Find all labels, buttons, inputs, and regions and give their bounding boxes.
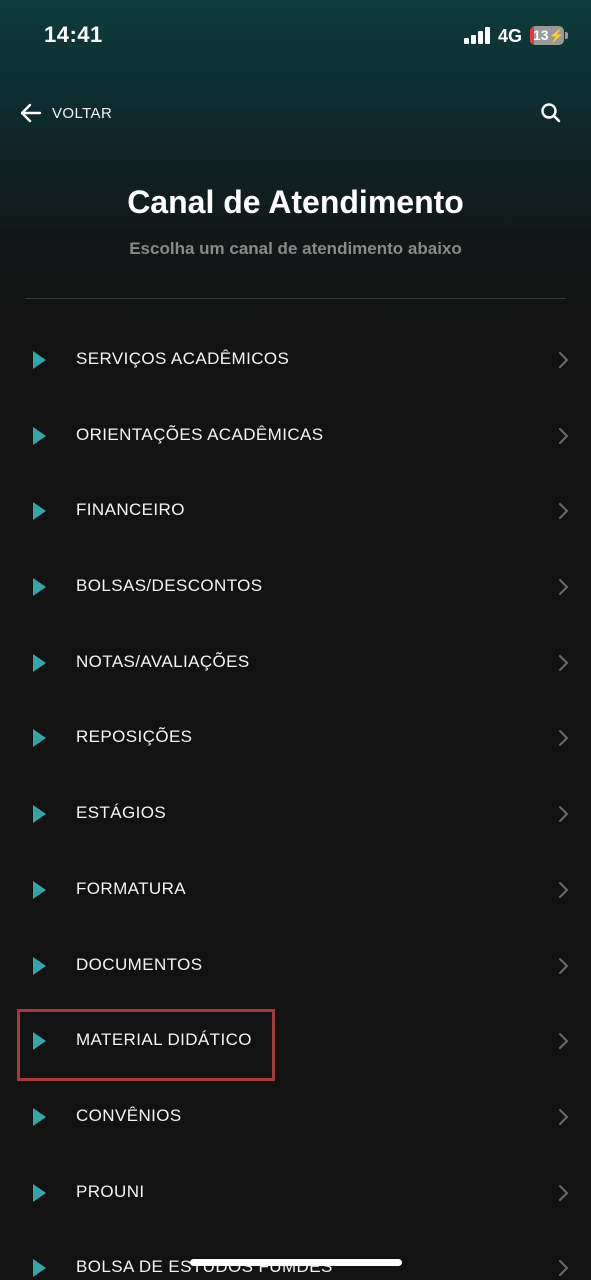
- search-button[interactable]: [538, 100, 564, 126]
- cellular-signal-icon: [464, 27, 491, 44]
- play-icon: [33, 729, 46, 748]
- play-icon: [33, 1259, 46, 1278]
- menu-item-label: MATERIAL DIDÁTICO: [76, 1030, 252, 1050]
- menu-item-label: PROUNI: [76, 1181, 145, 1201]
- chevron-right-icon: [559, 579, 568, 596]
- play-icon: [33, 426, 46, 445]
- back-label: VOLTAR: [52, 104, 113, 122]
- chevron-right-icon: [559, 1260, 568, 1277]
- menu-item-reposicoes[interactable]: REPOSIÇÕES: [0, 700, 591, 776]
- service-channel-list: SERVIÇOS ACADÊMICOS ORIENTAÇÕES ACADÊMIC…: [0, 322, 591, 1280]
- menu-item-label: FINANCEIRO: [76, 500, 185, 520]
- menu-item-label: NOTAS/AVALIAÇÕES: [76, 651, 250, 671]
- chevron-right-icon: [559, 427, 568, 444]
- menu-item-servicos-academicos[interactable]: SERVIÇOS ACADÊMICOS: [0, 322, 591, 398]
- menu-item-bolsa-de-estudos-fumdes[interactable]: BOLSA DE ESTUDOS FUMDES: [0, 1230, 591, 1280]
- chevron-right-icon: [559, 1184, 568, 1201]
- status-time: 14:41: [44, 22, 103, 47]
- menu-item-label: BOLSAS/DESCONTOS: [76, 576, 263, 596]
- menu-item-notas-avaliacoes[interactable]: NOTAS/AVALIAÇÕES: [0, 625, 591, 701]
- chevron-right-icon: [559, 1033, 568, 1050]
- menu-item-label: SERVIÇOS ACADÊMICOS: [76, 349, 290, 368]
- play-icon: [33, 502, 46, 521]
- menu-item-label: REPOSIÇÕES: [76, 727, 193, 747]
- menu-item-label: FORMATURA: [76, 878, 186, 898]
- play-icon: [33, 956, 46, 975]
- menu-item-label: ORIENTAÇÕES ACADÊMICAS: [76, 424, 324, 444]
- menu-item-documentos[interactable]: DOCUMENTOS: [0, 928, 591, 1004]
- menu-item-orientacoes-academicas[interactable]: ORIENTAÇÕES ACADÊMICAS: [0, 398, 591, 474]
- menu-item-prouni[interactable]: PROUNI: [0, 1155, 591, 1231]
- home-indicator[interactable]: [190, 1259, 402, 1266]
- play-icon: [33, 578, 46, 597]
- play-icon: [33, 653, 46, 672]
- arrow-left-icon: [20, 103, 42, 123]
- menu-item-financeiro[interactable]: FINANCEIRO: [0, 473, 591, 549]
- chevron-right-icon: [559, 957, 568, 974]
- menu-item-label: ESTÁGIOS: [76, 803, 167, 823]
- battery-icon: 13⚡: [530, 26, 564, 45]
- menu-item-label: DOCUMENTOS: [76, 954, 203, 974]
- chevron-right-icon: [559, 654, 568, 671]
- play-icon: [33, 351, 46, 369]
- play-icon: [33, 880, 46, 899]
- play-icon: [33, 1032, 46, 1051]
- chevron-right-icon: [559, 806, 568, 823]
- menu-item-material-didatico[interactable]: MATERIAL DIDÁTICO: [0, 1003, 591, 1079]
- chevron-right-icon: [559, 881, 568, 898]
- search-icon: [541, 103, 561, 123]
- menu-item-label: CONVÊNIOS: [76, 1105, 182, 1125]
- status-bar: 14:41 4G 13⚡: [0, 0, 591, 70]
- battery-tip: [565, 32, 568, 39]
- play-icon: [33, 1107, 46, 1126]
- back-button[interactable]: VOLTAR: [20, 100, 112, 126]
- menu-item-estagios[interactable]: ESTÁGIOS: [0, 776, 591, 852]
- chevron-right-icon: [559, 1108, 568, 1125]
- page-title: Canal de Atendimento: [127, 184, 464, 220]
- battery-percent: 13⚡: [533, 27, 564, 43]
- page-subtitle: Escolha um canal de atendimento abaixo: [129, 239, 462, 258]
- chevron-right-icon: [559, 352, 568, 368]
- play-icon: [33, 805, 46, 824]
- play-icon: [33, 1183, 46, 1202]
- chevron-right-icon: [559, 730, 568, 747]
- network-type: 4G: [498, 26, 523, 46]
- chevron-right-icon: [559, 503, 568, 520]
- menu-item-formatura[interactable]: FORMATURA: [0, 852, 591, 928]
- menu-item-convenios[interactable]: CONVÊNIOS: [0, 1079, 591, 1155]
- menu-item-bolsas-descontos[interactable]: BOLSAS/DESCONTOS: [0, 549, 591, 625]
- header-divider: [25, 298, 566, 299]
